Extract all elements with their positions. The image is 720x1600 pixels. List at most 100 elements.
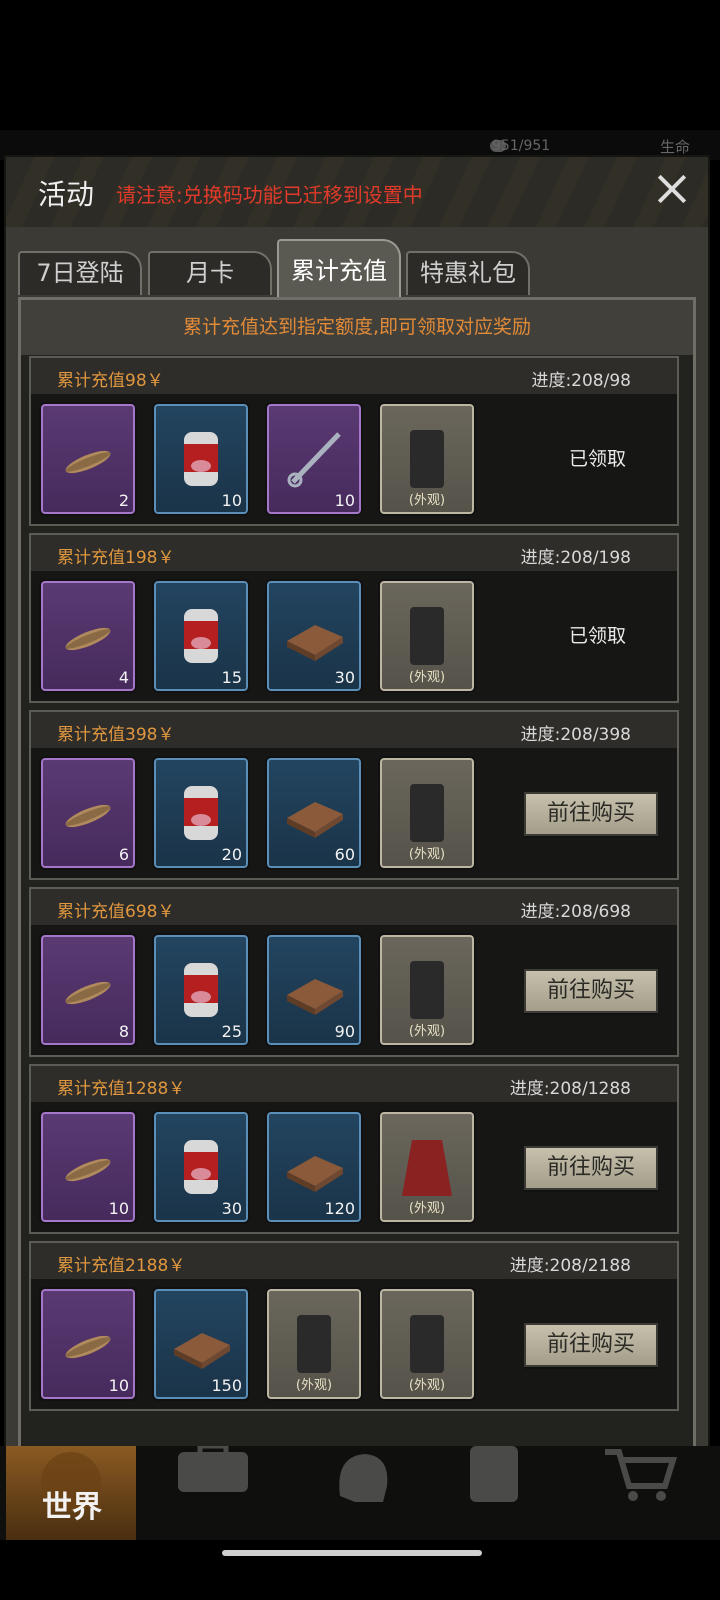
tier-progress: 进度:208/698 [520,902,631,922]
nav-skills[interactable] [295,1446,425,1540]
go-buy-button[interactable]: 前往购买 [524,1146,658,1190]
reward-item-icon [281,1134,347,1200]
head-icon [339,1454,388,1502]
claimed-label: 已领取 [569,625,627,647]
tier-progress: 进度:208/398 [520,725,631,745]
tab-cumulative-recharge[interactable]: 累计充值 [277,239,401,299]
reward-item-slot[interactable]: 10 [152,402,250,516]
reward-item-slot[interactable]: 15 [152,579,250,693]
tab-special-offer[interactable]: 特惠礼包 [406,251,530,295]
go-buy-button[interactable]: 前往购买 [524,1323,658,1367]
nav-shop[interactable] [585,1446,715,1540]
item-count: 120 [324,1199,355,1218]
reward-item-icon [55,1134,121,1200]
reward-tier: 累计充值2188￥ 进度:208/2188 10 150 (外观) (外观) 前往购买 [29,1241,679,1411]
nav-backpack[interactable] [150,1443,280,1540]
appearance-label: (外观) [408,1378,446,1393]
reward-tier: 累计充值698￥ 进度:208/698 8 25 90 (外观) 前往购买 [29,887,679,1057]
item-count: 90 [334,1022,355,1041]
reward-item-icon [281,603,347,669]
reward-item-slot[interactable]: 150 [152,1287,250,1401]
claimed-label: 已领取 [569,448,627,470]
reward-item-slot[interactable]: 20 [152,756,250,870]
item-count: 10 [108,1376,129,1395]
nav-phone[interactable] [440,1446,570,1540]
item-count: 25 [221,1022,242,1041]
reward-item-slot[interactable]: 6 [39,756,137,870]
item-count: 20 [221,845,242,864]
reward-item-icon [168,780,234,846]
reward-item-slot[interactable]: 10 [39,1287,137,1401]
reward-list[interactable]: 累计充值达到指定额度,即可领取对应奖励 累计充值98￥ 进度:208/98 2 10 1… [18,297,696,1459]
appearance-label: (外观) [408,670,446,685]
activity-panel: 活动 请注意:兑换码功能已迁移到设置中 7日登陆 月卡 累计充值 特惠礼包 累计… [4,155,710,1473]
nav-world[interactable]: 世界 [6,1446,136,1540]
reward-item-icon [281,780,347,846]
appearance-item-icon [394,426,460,492]
panel-title: 活动 [38,178,95,211]
reward-item-slot[interactable]: 10 [39,1110,137,1224]
reward-item-icon [55,957,121,1023]
reward-item-slot[interactable]: 25 [152,933,250,1047]
item-count: 30 [221,1199,242,1218]
bottom-nav: 世界 [0,1443,720,1540]
item-count: 10 [221,491,242,510]
item-count: 6 [118,845,129,864]
appearance-label: (外观) [295,1378,333,1393]
reward-item-slot[interactable]: 8 [39,933,137,1047]
appearance-label: (外观) [408,493,446,508]
tab-bar: 7日登陆 月卡 累计充值 特惠礼包 [16,239,706,299]
reward-item-slot[interactable]: 4 [39,579,137,693]
system-bar [0,1540,720,1600]
item-count: 30 [334,668,355,687]
item-count: 150 [211,1376,242,1395]
reward-item-icon [281,1311,347,1377]
tier-title: 累计充值698￥ [57,902,175,922]
home-indicator[interactable] [222,1550,482,1556]
tier-title: 累计充值2188￥ [57,1256,186,1276]
reward-item-icon [55,780,121,846]
reward-item-icon [281,426,347,492]
reward-item-icon [168,426,234,492]
close-button[interactable] [652,169,692,209]
tier-title: 累计充值398￥ [57,725,175,745]
appearance-item-icon [394,1134,460,1200]
reward-item-slot[interactable]: 60 [265,756,363,870]
appearance-item-icon [394,1311,460,1377]
reward-item-icon [168,603,234,669]
life-label: 生命 [660,138,691,156]
reward-item-slot[interactable]: 2 [39,402,137,516]
appearance-label: (外观) [408,1024,446,1039]
reward-item-slot[interactable]: 30 [152,1110,250,1224]
appearance-item-slot[interactable]: (外观) [378,1110,476,1224]
tab-monthly-card[interactable]: 月卡 [148,251,272,295]
tier-progress: 进度:208/98 [531,371,631,391]
reward-item-slot[interactable]: (外观) [265,1287,363,1401]
go-buy-button[interactable]: 前往购买 [524,969,658,1013]
tier-progress: 进度:208/198 [520,548,631,568]
appearance-item-slot[interactable]: (外观) [378,579,476,693]
reward-item-slot[interactable]: 30 [265,579,363,693]
appearance-item-slot[interactable]: (外观) [378,756,476,870]
item-count: 8 [118,1022,129,1041]
tab-7day-login[interactable]: 7日登陆 [18,251,142,295]
reward-item-slot[interactable]: 90 [265,933,363,1047]
reward-item-slot[interactable]: 10 [265,402,363,516]
appearance-item-icon [394,957,460,1023]
item-count: 2 [118,491,129,510]
go-buy-button[interactable]: 前往购买 [524,792,658,836]
appearance-item-slot[interactable]: (外观) [378,402,476,516]
reward-tier: 累计充值398￥ 进度:208/398 6 20 60 (外观) 前往购买 [29,710,679,880]
tier-title: 累计充值198￥ [57,548,175,568]
tier-progress: 进度:208/2188 [509,1256,631,1276]
item-count: 10 [108,1199,129,1218]
appearance-item-slot[interactable]: (外观) [378,933,476,1047]
intro-text: 累计充值达到指定额度,即可领取对应奖励 [21,300,693,355]
backpack-icon [178,1443,248,1492]
reward-item-icon [168,957,234,1023]
appearance-label: (外观) [408,1201,446,1216]
tier-title: 累计充值1288￥ [57,1079,186,1099]
appearance-item-slot[interactable]: (外观) [378,1287,476,1401]
reward-item-slot[interactable]: 120 [265,1110,363,1224]
notice-text: 请注意:兑换码功能已迁移到设置中 [116,183,423,207]
